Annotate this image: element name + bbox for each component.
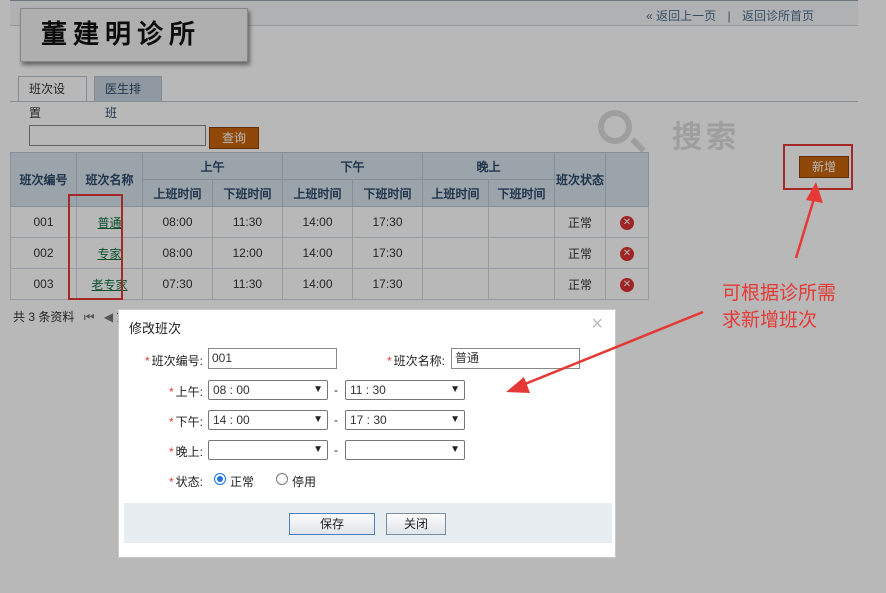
arrow-to-add-button (794, 191, 818, 259)
annotation-text: 可根据诊所需 求新增班次 (722, 280, 862, 334)
arrow-to-dialog (519, 310, 704, 388)
arrow-head-left (506, 377, 530, 393)
annotation-line-2: 求新增班次 (722, 310, 818, 331)
arrow-head-up (806, 182, 823, 203)
annotation-line-1: 可根据诊所需 (722, 283, 837, 304)
